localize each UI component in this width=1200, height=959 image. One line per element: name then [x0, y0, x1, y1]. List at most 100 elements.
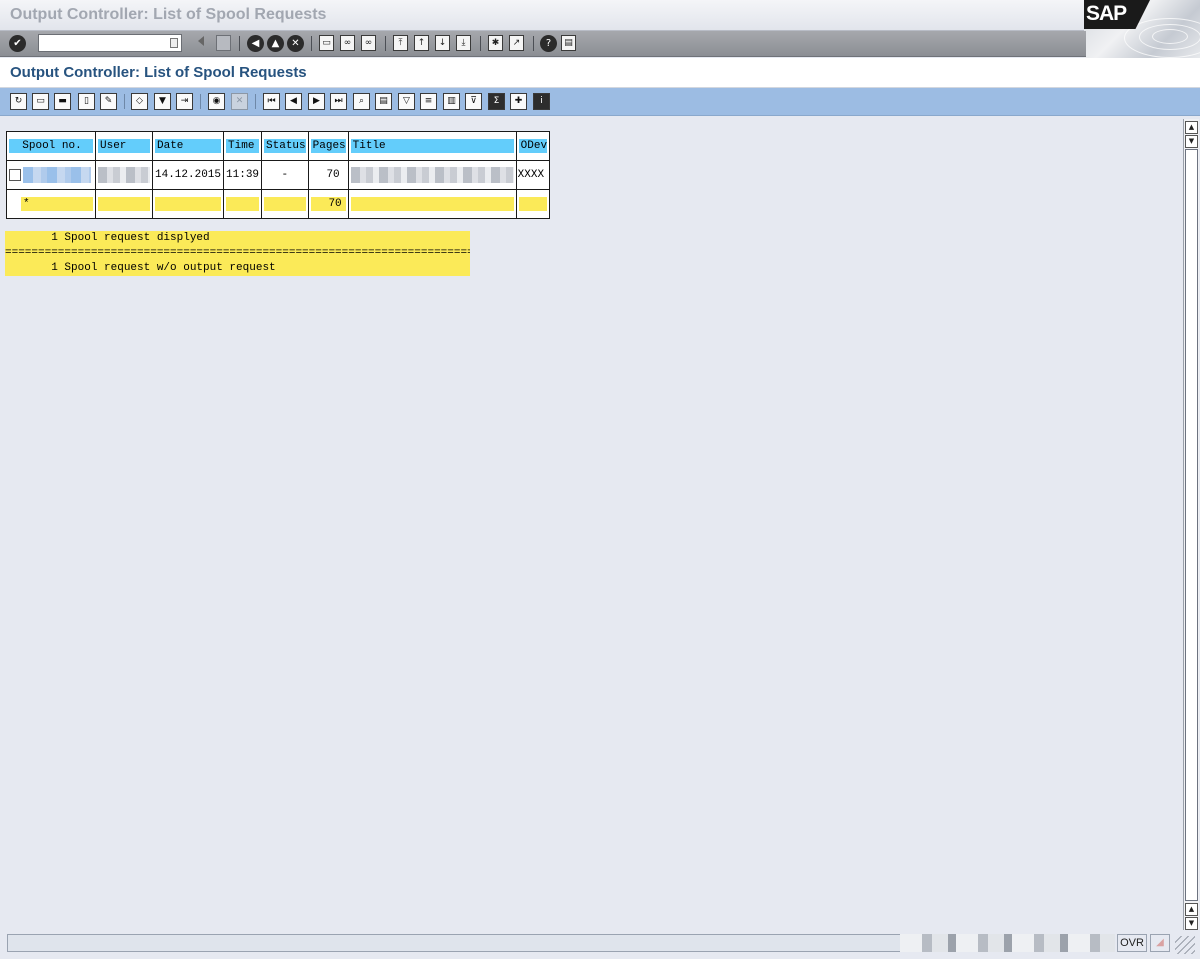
table-row[interactable]: 14.12.2015 11:39 - 70 XXXX — [6, 160, 551, 190]
help-icon[interactable]: ? — [540, 35, 557, 52]
info-icon[interactable]: i — [533, 93, 550, 110]
toolbar-separator — [385, 36, 386, 51]
forward-icon[interactable]: ⇥ — [176, 93, 193, 110]
find-next-icon[interactable]: ∞ — [361, 35, 376, 51]
scroll-up-icon[interactable]: ▼ — [1185, 135, 1198, 148]
page-title: Output Controller: List of Spool Request… — [10, 64, 307, 81]
header-odev[interactable]: ODev — [515, 131, 551, 161]
print-preview-icon[interactable]: ▤ — [375, 93, 392, 110]
scroll-page-down-icon[interactable]: ▼ — [1185, 917, 1198, 930]
total-time-cell — [223, 189, 263, 219]
toolbar-separator — [480, 36, 481, 51]
sap-logo: SAP — [1084, 0, 1200, 58]
output-requests-icon[interactable]: ◇ — [131, 93, 148, 110]
first-icon[interactable]: ⏮ — [263, 93, 280, 110]
total-date-cell — [151, 189, 225, 219]
lock-icon: ◢ — [1150, 934, 1170, 952]
user-value — [98, 167, 150, 183]
ok-code-field[interactable] — [38, 34, 182, 52]
header-date[interactable]: Date — [151, 131, 225, 161]
refresh-icon[interactable]: ↻ — [10, 93, 27, 110]
cell-status[interactable]: - — [261, 160, 309, 190]
screen-title-bar: Output Controller: List of Spool Request… — [0, 58, 1200, 88]
enter-icon[interactable]: ✔ — [9, 35, 26, 52]
find-icon[interactable]: ∞ — [340, 35, 355, 51]
header-time[interactable]: Time — [223, 131, 263, 161]
exit-icon[interactable]: ▲ — [267, 35, 284, 52]
toolbar-separator — [533, 36, 534, 51]
previous-icon[interactable]: ◀ — [285, 93, 302, 110]
print-with-changed-attributes-icon[interactable]: ✎ — [100, 93, 117, 110]
cell-time[interactable]: 11:39 — [223, 160, 263, 190]
total-pages-cell: 70 — [307, 189, 349, 219]
print-icon[interactable]: ▭ — [319, 35, 334, 51]
header-status[interactable]: Status — [261, 131, 309, 161]
cell-odev[interactable]: XXXX — [515, 160, 551, 190]
total-user-cell — [95, 189, 153, 219]
application-toolbar: ↻ ▭ ▬ ▯ ✎ ◇ ▼ ⇥ ◉ ✕ ⏮ ◀ ▶ ⏭ ⌕ ▤ ▽ ≡ ▥ ⊽ … — [0, 88, 1200, 116]
next-page-icon[interactable]: ↓ — [435, 35, 450, 51]
toolbar-separator — [124, 94, 125, 109]
send-mail-icon[interactable]: ◉ — [208, 93, 225, 110]
header-title[interactable]: Title — [347, 131, 517, 161]
system-info[interactable] — [900, 934, 1115, 952]
last-page-icon[interactable]: ⤓ — [456, 35, 471, 51]
toolbar-separator — [311, 36, 312, 51]
window-title-bar: Output Controller: List of Spool Request… — [0, 0, 1200, 31]
back-icon[interactable]: ◀ — [247, 35, 264, 52]
new-session-icon[interactable]: ✱ — [488, 35, 503, 51]
insert-mode-indicator[interactable]: OVR — [1117, 934, 1147, 952]
spool-list: Spool no. User Date Time Status Pages Ti… — [6, 131, 551, 219]
back-arrow-icon[interactable] — [198, 36, 204, 46]
search-icon[interactable]: ⌕ — [353, 93, 370, 110]
export-icon[interactable]: Σ — [488, 93, 505, 110]
toolbar-separator — [255, 94, 256, 109]
next-icon[interactable]: ▶ — [308, 93, 325, 110]
total-marker-cell: * — [6, 189, 96, 219]
cell-pages[interactable]: 70 — [307, 160, 349, 190]
save-icon[interactable] — [216, 35, 231, 51]
filter-icon[interactable]: ⊽ — [465, 93, 482, 110]
archive-icon[interactable]: ✕ — [231, 93, 248, 110]
cell-title — [347, 160, 517, 190]
scroll-down-icon[interactable]: ▲ — [1185, 903, 1198, 916]
header-spool-no[interactable]: Spool no. — [6, 131, 96, 161]
mark-icon[interactable]: ✚ — [510, 93, 527, 110]
first-page-icon[interactable]: ⤒ — [393, 35, 408, 51]
total-odev-cell — [515, 189, 551, 219]
shortcut-icon[interactable]: ↗ — [509, 35, 524, 51]
header-pages[interactable]: Pages — [307, 131, 349, 161]
toolbar-separator — [239, 36, 240, 51]
scrollbar-thumb[interactable] — [1185, 149, 1198, 901]
spool-attributes-icon[interactable]: ▼ — [154, 93, 171, 110]
total-status-cell — [261, 189, 309, 219]
cell-user[interactable] — [95, 160, 153, 190]
print-directly-icon[interactable]: ▬ — [54, 93, 71, 110]
display-contents-icon[interactable]: ▭ — [32, 93, 49, 110]
ok-code-dropdown-icon[interactable] — [170, 38, 178, 48]
status-bar: OVR ◢ — [0, 931, 1200, 959]
resize-grip-icon[interactable] — [1175, 936, 1195, 954]
total-title-cell — [347, 189, 517, 219]
cancel-icon[interactable]: ✕ — [287, 35, 304, 52]
table-header-row: Spool no. User Date Time Status Pages Ti… — [6, 131, 551, 161]
sort-descending-icon[interactable]: ≡ — [420, 93, 437, 110]
scroll-page-up-icon[interactable]: ▲ — [1185, 121, 1198, 134]
delete-icon[interactable]: ▯ — [78, 93, 95, 110]
header-user[interactable]: User — [95, 131, 153, 161]
layout-menu-icon[interactable]: ▤ — [561, 35, 576, 51]
sap-logo-text: SAP — [1086, 2, 1127, 25]
system-toolbar: ✔ ◀ ▲ ✕ ▭ ∞ ∞ ⤒ ↑ ↓ ⤓ ✱ ↗ ? ▤ — [0, 31, 1086, 57]
summary-line-without-output: 1 Spool request w/o output request — [5, 262, 276, 274]
vertical-scrollbar[interactable]: ▲ ▼ ▲ ▼ — [1183, 119, 1199, 930]
summary-line-displayed: 1 Spool request displyed — [5, 232, 210, 244]
last-icon[interactable]: ⏭ — [330, 93, 347, 110]
row-select-checkbox[interactable] — [9, 169, 21, 181]
cell-date[interactable]: 14.12.2015 — [151, 160, 225, 190]
summary-divider: ========================================… — [5, 247, 470, 259]
cell-spool-no[interactable] — [6, 160, 96, 190]
choose-layout-icon[interactable]: ▥ — [443, 93, 460, 110]
spool-table: Spool no. User Date Time Status Pages Ti… — [6, 131, 551, 219]
sort-ascending-icon[interactable]: ▽ — [398, 93, 415, 110]
previous-page-icon[interactable]: ↑ — [414, 35, 429, 51]
